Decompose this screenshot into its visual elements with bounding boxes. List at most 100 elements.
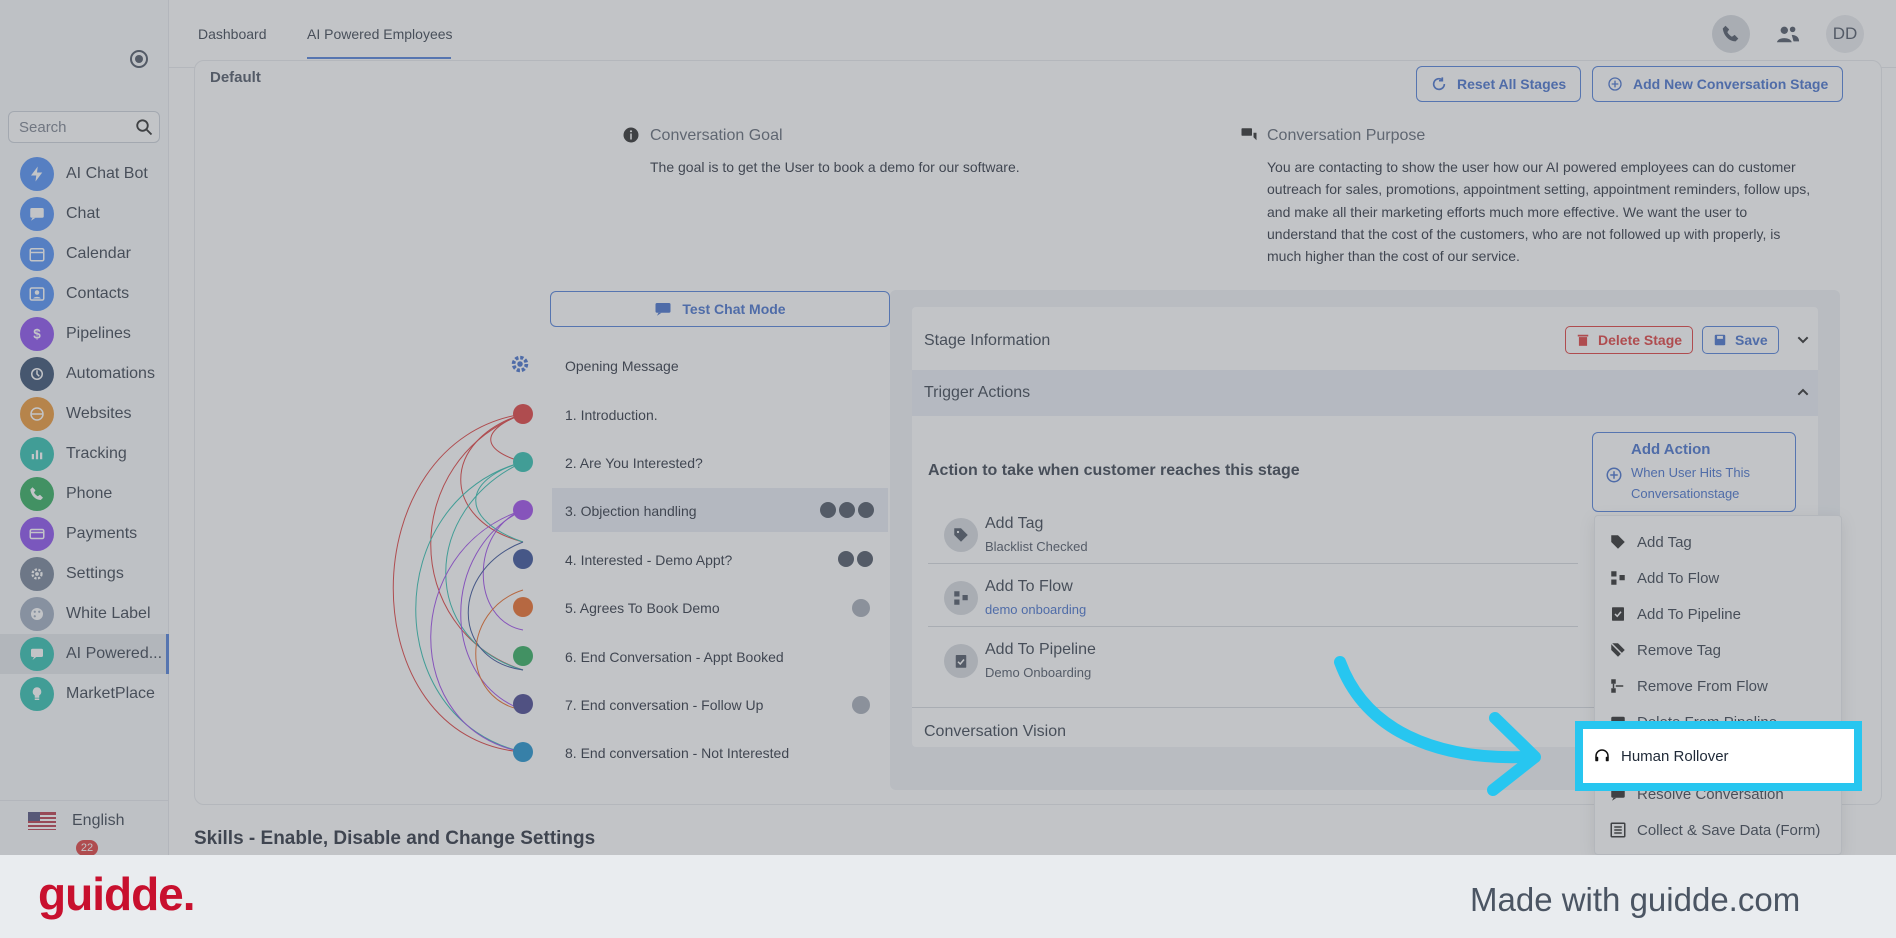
chat-bubbles-icon <box>1241 128 1257 141</box>
sidebar-item-contacts[interactable]: Contacts <box>0 274 169 314</box>
menu-item-label: Human Rollover <box>1621 747 1729 765</box>
sidebar-item-phone[interactable]: Phone <box>0 474 169 514</box>
card-title: Default <box>210 69 261 86</box>
stage-dot[interactable] <box>513 549 533 569</box>
plus-circle-icon <box>1606 467 1622 483</box>
footer: guidde. Made with guidde.com <box>0 855 1896 938</box>
language-selector[interactable]: English <box>0 800 169 840</box>
settings-gear-icon[interactable] <box>509 353 531 375</box>
purpose-line: and make all their marketing efforts muc… <box>1267 203 1748 220</box>
purpose-line: much higher than the cost of our service… <box>1267 248 1520 265</box>
sidebar-item-settings[interactable]: Settings <box>0 554 169 594</box>
stage-item[interactable]: 8. End conversation - Not Interested <box>565 745 789 761</box>
opening-message[interactable]: Opening Message <box>565 358 679 374</box>
stage-connections-diagram <box>392 413 524 753</box>
add-action-dropdown: Add Tag Add To Flow Add To Pipeline Remo… <box>1594 515 1842 855</box>
search-input[interactable]: Search <box>8 111 160 143</box>
sidebar-item-label: Settings <box>66 565 124 582</box>
stage-item[interactable]: 2. Are You Interested? <box>565 455 703 471</box>
stage-dot[interactable] <box>513 404 533 424</box>
stage-action-badges <box>820 502 874 520</box>
form-icon <box>1610 822 1626 838</box>
stage-info-title[interactable]: Stage Information <box>924 332 1050 350</box>
us-flag-icon <box>28 811 56 830</box>
avatar[interactable]: DD <box>1826 15 1864 53</box>
sidebar-item-tracking[interactable]: Tracking <box>0 434 169 474</box>
sidebar-item-pipelines[interactable]: $ Pipelines <box>0 314 169 354</box>
stage-item[interactable]: 7. End conversation - Follow Up <box>565 697 763 713</box>
sidebar-item-label: Automations <box>66 365 155 382</box>
info-icon <box>623 127 639 143</box>
sidebar-item-automations[interactable]: Automations <box>0 354 169 394</box>
sidebar-item-label: Contacts <box>66 285 130 302</box>
conversation-vision-title[interactable]: Conversation Vision <box>924 723 1066 741</box>
action-title[interactable]: Add To Pipeline <box>985 641 1096 659</box>
tab-dashboard[interactable]: Dashboard <box>198 26 267 42</box>
active-tab-indicator <box>307 57 451 59</box>
phone-button[interactable] <box>1712 15 1750 53</box>
sidebar-item-ai-chat-bot[interactable]: AI Chat Bot <box>0 154 169 194</box>
flow-remove-icon <box>1611 679 1624 693</box>
stage-item[interactable]: 5. Agrees To Book Demo <box>565 600 720 616</box>
test-chat-mode-button[interactable]: Test Chat Mode <box>550 291 890 327</box>
tag-icon <box>820 502 836 518</box>
search-icon[interactable] <box>135 118 153 136</box>
action-title[interactable]: Add Tag <box>985 515 1043 533</box>
menu-item-remove-tag[interactable]: Remove Tag <box>1609 632 1721 668</box>
add-stage-label: Add New Conversation Stage <box>1633 76 1829 92</box>
stage-dot[interactable] <box>513 646 533 666</box>
add-new-stage-button[interactable]: Add New Conversation Stage <box>1592 66 1844 102</box>
stage-dot[interactable] <box>513 500 533 520</box>
menu-item-add-tag[interactable]: Add Tag <box>1609 524 1692 560</box>
svg-text:$: $ <box>33 327 41 342</box>
refresh-icon <box>1432 77 1446 91</box>
sidebar-item-marketplace[interactable]: MarketPlace <box>0 674 169 714</box>
chevron-down-icon[interactable] <box>1795 332 1811 348</box>
top-bar: Dashboard AI Powered Employees DD <box>169 0 1896 68</box>
menu-item-human-rollover-highlighted[interactable]: Human Rollover <box>1593 729 1729 783</box>
stage-item[interactable]: 1. Introduction. <box>565 407 658 423</box>
sidebar-item-white-label[interactable]: White Label <box>0 594 169 634</box>
stage-item[interactable]: 3. Objection handling <box>565 503 697 519</box>
sidebar-item-websites[interactable]: Websites <box>0 394 169 434</box>
sidebar-item-payments[interactable]: Payments <box>0 514 169 554</box>
chat-icon <box>852 696 870 714</box>
phone-icon <box>20 477 54 511</box>
sidebar: Search AI Chat Bot Chat Calendar Contact… <box>0 0 169 856</box>
stage-dot[interactable] <box>513 694 533 714</box>
add-action-title: Add Action <box>1631 441 1711 458</box>
trigger-actions-header[interactable] <box>912 370 1818 416</box>
menu-item-add-to-pipeline[interactable]: Add To Pipeline <box>1609 596 1741 632</box>
sidebar-item-ai-powered[interactable]: AI Powered... <box>0 634 169 674</box>
stage-dot[interactable] <box>513 742 533 762</box>
menu-item-label: Remove From Flow <box>1637 677 1768 695</box>
stage-dot[interactable] <box>513 452 533 472</box>
tab-ai-powered-employees[interactable]: AI Powered Employees <box>307 26 453 42</box>
sidebar-item-label: Calendar <box>66 245 131 262</box>
save-button[interactable]: Save <box>1702 326 1779 354</box>
phone-icon <box>1722 25 1739 42</box>
skills-title: Skills - Enable, Disable and Change Sett… <box>194 828 596 849</box>
goal-text: The goal is to get the User to book a de… <box>650 159 1020 175</box>
stage-item[interactable]: 6. End Conversation - Appt Booked <box>565 649 784 665</box>
trigger-actions-title: Trigger Actions <box>924 384 1031 401</box>
menu-item-remove-from-flow[interactable]: Remove From Flow <box>1609 668 1768 704</box>
goal-title: Conversation Goal <box>650 127 783 144</box>
stage-item[interactable]: 4. Interested - Demo Appt? <box>565 552 732 568</box>
users-button[interactable] <box>1769 15 1807 53</box>
sidebar-item-label: Payments <box>66 525 138 542</box>
calendar-icon <box>20 237 54 271</box>
action-sub-link[interactable]: demo onboarding <box>985 602 1086 617</box>
stage-dot[interactable] <box>513 597 533 617</box>
sidebar-item-calendar[interactable]: Calendar <box>0 234 169 274</box>
add-action-button[interactable]: Add Action When User Hits This Conversat… <box>1592 432 1796 512</box>
menu-item-collect-save-data[interactable]: Collect & Save Data (Form) <box>1609 812 1820 848</box>
add-action-sub: When User Hits This <box>1631 465 1750 480</box>
sidebar-item-chat[interactable]: Chat <box>0 194 169 234</box>
delete-stage-button[interactable]: Delete Stage <box>1565 326 1694 354</box>
action-title[interactable]: Add To Flow <box>985 578 1073 596</box>
menu-item-add-to-flow[interactable]: Add To Flow <box>1609 560 1719 596</box>
reset-all-stages-button[interactable]: Reset All Stages <box>1416 66 1582 102</box>
chevron-up-icon[interactable] <box>1795 384 1811 400</box>
radio-icon[interactable] <box>130 50 148 68</box>
